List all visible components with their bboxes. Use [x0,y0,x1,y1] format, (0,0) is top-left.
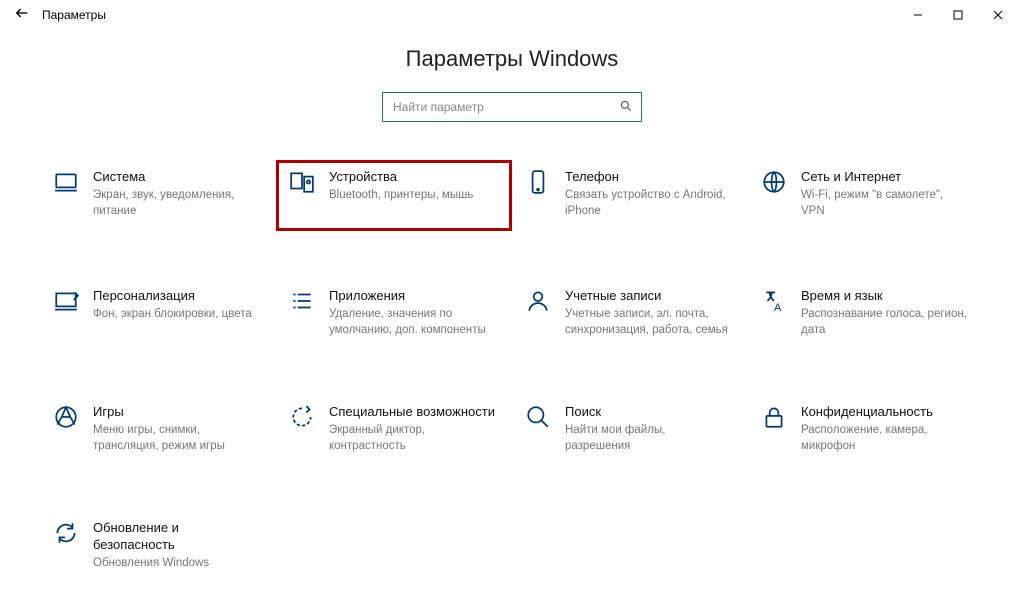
tile-desc: Учетные записи, эл. почта, синхронизация… [565,307,731,338]
tile-ease-of-access[interactable]: Специальные возможности Экранный диктор,… [276,395,512,463]
phone-icon [521,169,555,195]
window-title: Параметры [34,8,106,22]
tile-desc: Связать устройство с Android, iPhone [565,188,731,219]
tile-gaming[interactable]: Игры Меню игры, снимки, трансляция, режи… [40,395,276,463]
search-box[interactable] [382,92,642,122]
tile-time-language[interactable]: A Время и язык Распознавание голоса, рег… [748,279,984,347]
lock-icon [757,404,791,430]
time-language-icon: A [757,288,791,314]
tile-label: Специальные возможности [329,404,495,420]
tile-phone[interactable]: Телефон Связать устройство с Android, iP… [512,160,748,231]
tile-privacy[interactable]: Конфиденциальность Расположение, камера,… [748,395,984,463]
tile-network[interactable]: Сеть и Интернет Wi-Fi, режим "в самолете… [748,160,984,231]
tile-label: Персонализация [93,288,252,304]
tile-search[interactable]: Поиск Найти мои файлы, разрешения [512,395,748,463]
tile-desc: Wi-Fi, режим "в самолете", VPN [801,188,967,219]
tile-label: Сеть и Интернет [801,169,967,185]
tile-label: Система [93,169,259,185]
maximize-button[interactable] [938,1,978,29]
globe-icon [757,169,791,195]
tile-desc: Bluetooth, принтеры, мышь [329,188,473,204]
apps-icon [285,288,319,314]
page-heading: Параметры Windows [0,46,1024,72]
svg-text:A: A [774,302,782,314]
tile-apps[interactable]: Приложения Удаление, значения по умолчан… [276,279,512,347]
search-tile-icon [521,404,555,430]
tile-desc: Экранный диктор, контрастность [329,423,495,454]
devices-icon [285,169,319,195]
tile-desc: Найти мои файлы, разрешения [565,423,731,454]
tile-personalization[interactable]: Персонализация Фон, экран блокировки, цв… [40,279,276,347]
tile-label: Конфиденциальность [801,404,967,420]
tile-label: Поиск [565,404,731,420]
tile-desc: Удаление, значения по умолчанию, доп. ко… [329,307,495,338]
tile-label: Игры [93,404,259,420]
ease-of-access-icon [285,404,319,430]
tile-update-security[interactable]: Обновление и безопасность Обновления Win… [40,511,276,580]
settings-grid: Система Экран, звук, уведомления, питани… [40,160,984,580]
tile-accounts[interactable]: Учетные записи Учетные записи, эл. почта… [512,279,748,347]
update-icon [49,520,83,546]
tile-label: Приложения [329,288,495,304]
tile-desc: Меню игры, снимки, трансляция, режим игр… [93,423,259,454]
system-icon [49,169,83,195]
tile-desc: Фон, экран блокировки, цвета [93,307,252,323]
tile-desc: Обновления Windows [93,556,259,572]
tile-label: Учетные записи [565,288,731,304]
tile-label: Телефон [565,169,731,185]
search-input[interactable] [391,99,619,115]
search-icon [619,99,633,116]
tile-label: Устройства [329,169,473,185]
tile-desc: Расположение, камера, микрофон [801,423,967,454]
personalization-icon [49,288,83,314]
minimize-button[interactable] [898,1,938,29]
tile-devices[interactable]: Устройства Bluetooth, принтеры, мышь [276,160,512,231]
tile-system[interactable]: Система Экран, звук, уведомления, питани… [40,160,276,231]
tile-label: Время и язык [801,288,967,304]
tile-label: Обновление и безопасность [93,520,259,553]
accounts-icon [521,288,555,314]
tile-desc: Распознавание голоса, регион, дата [801,307,967,338]
titlebar: Параметры [0,0,1024,30]
back-button[interactable] [10,5,34,26]
close-button[interactable] [978,1,1018,29]
tile-desc: Экран, звук, уведомления, питание [93,188,259,219]
gaming-icon [49,404,83,430]
